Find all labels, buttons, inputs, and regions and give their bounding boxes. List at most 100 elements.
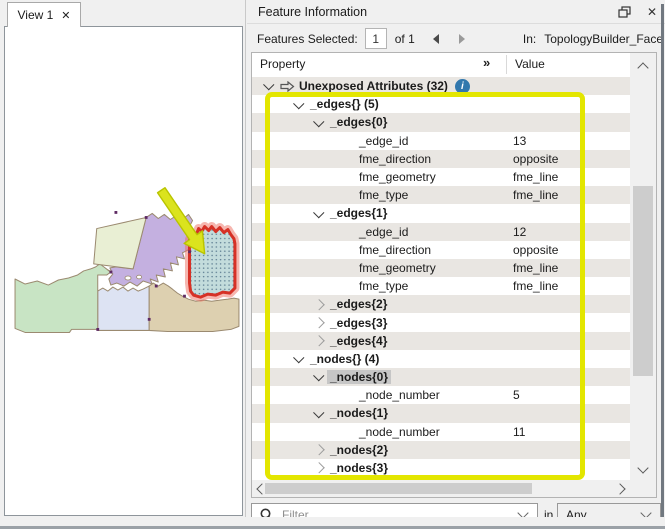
property-label: fme_type: [359, 188, 408, 202]
tab-view-1[interactable]: View 1 ✕: [7, 2, 81, 27]
expand-icon[interactable]: [314, 445, 325, 456]
expand-icon[interactable]: [314, 299, 325, 310]
tree-row[interactable]: _nodes{0}: [252, 368, 630, 386]
collapse-icon[interactable]: [294, 98, 305, 109]
tree-row[interactable]: _edges{2}: [252, 295, 630, 313]
chevron-slot: [312, 319, 326, 327]
property-value: fme_line: [513, 279, 558, 293]
tree-row[interactable]: _edge_id12: [252, 223, 630, 241]
property-tree: Unexposed Attributes (32)i_edges{} (5) _e…: [252, 77, 630, 477]
region-south-center[interactable]: [98, 286, 149, 330]
chevron-slot: [312, 119, 326, 127]
tree-row[interactable]: _edge_id13: [252, 132, 630, 150]
tree-row[interactable]: _node_number 11: [252, 423, 630, 441]
property-value: opposite: [513, 243, 558, 257]
map-graphic: [11, 177, 245, 381]
previous-feature-icon[interactable]: [433, 34, 439, 44]
property-label: fme_direction: [359, 243, 431, 257]
map-canvas[interactable]: [4, 26, 243, 516]
tree-row[interactable]: fme_direction opposite: [252, 150, 630, 168]
next-feature-icon[interactable]: [459, 34, 465, 44]
tab-close-icon[interactable]: ✕: [61, 9, 70, 22]
tree-row[interactable]: _edges{1}: [252, 204, 630, 222]
vertical-scrollbar-thumb[interactable]: [633, 186, 653, 376]
float-window-icon[interactable]: [618, 6, 631, 18]
property-label: _nodes{} (4): [310, 352, 379, 366]
tree-row[interactable]: fme_type fme_line: [252, 277, 630, 295]
features-selected-bar: Features Selected: 1 of 1 In: TopologyBu…: [247, 25, 665, 52]
property-column-header[interactable]: Property: [260, 57, 305, 71]
horizontal-scrollbar[interactable]: [252, 480, 630, 497]
value-column-header[interactable]: Value: [515, 57, 545, 71]
feature-count-label: of 1: [395, 32, 415, 46]
close-panel-icon[interactable]: ✕: [647, 5, 657, 19]
scroll-right-icon[interactable]: [614, 483, 625, 494]
property-label: fme_direction: [359, 152, 431, 166]
tree-row[interactable]: _nodes{3}: [252, 459, 630, 477]
info-icon[interactable]: i: [455, 79, 470, 94]
property-value: fme_line: [513, 170, 558, 184]
property-label: _node_number: [359, 388, 440, 402]
chevron-slot: [312, 337, 326, 345]
tree-row[interactable]: fme_geometry fme_line: [252, 168, 630, 186]
collapse-icon[interactable]: [314, 407, 325, 418]
property-label: _node_number: [359, 425, 440, 439]
pane-separator[interactable]: [245, 0, 246, 517]
chevron-slot: [312, 373, 326, 381]
tree-row[interactable]: fme_direction opposite: [252, 241, 630, 259]
property-label: _edge_id: [359, 225, 408, 239]
collapse-icon[interactable]: [294, 352, 305, 363]
application-window: View 1 ✕: [0, 0, 665, 529]
tree-row[interactable]: _edges{3}: [252, 313, 630, 331]
chevron-slot: [312, 446, 326, 454]
vertical-scrollbar[interactable]: [630, 53, 656, 480]
tree-row[interactable]: _node_number 5: [252, 386, 630, 404]
tab-label: View 1: [17, 8, 53, 22]
expand-icon[interactable]: [314, 463, 325, 474]
property-label: _edges{2}: [330, 297, 387, 311]
collapse-icon[interactable]: [314, 207, 325, 218]
collapse-icon[interactable]: [314, 116, 325, 127]
horizontal-scrollbar-thumb[interactable]: [265, 483, 532, 494]
island: [125, 276, 131, 280]
chevron-slot: [312, 410, 326, 418]
chevron-slot: [292, 101, 306, 109]
region-west[interactable]: [15, 264, 111, 333]
tree-row[interactable]: fme_typefme_line: [252, 186, 630, 204]
column-divider[interactable]: [506, 55, 507, 74]
property-value: opposite: [513, 152, 558, 166]
property-value: 5: [513, 388, 520, 402]
property-label: _nodes{3}: [330, 461, 388, 475]
tree-row[interactable]: _nodes{} (4): [252, 350, 630, 368]
window-edge[interactable]: [661, 4, 664, 517]
in-label: In:: [523, 32, 536, 46]
property-label: _edges{0}: [330, 115, 387, 129]
tree-row[interactable]: _edges{0}: [252, 113, 630, 131]
panel-title: Feature Information: [258, 5, 367, 19]
status-strip: [0, 517, 665, 529]
island: [137, 275, 142, 279]
chevron-slot: [262, 82, 276, 90]
property-label: _nodes{1}: [330, 406, 388, 420]
expand-icon[interactable]: [314, 335, 325, 346]
property-label: fme_type: [359, 279, 408, 293]
feature-index-box[interactable]: 1: [365, 28, 387, 49]
property-value: 11: [513, 425, 525, 439]
tree-row[interactable]: fme_geometryfme_line: [252, 259, 630, 277]
expand-icon[interactable]: [314, 317, 325, 328]
property-label: fme_geometry: [359, 170, 436, 184]
chevron-slot: [292, 355, 306, 363]
collapse-icon[interactable]: [314, 370, 325, 381]
scroll-down-icon[interactable]: [637, 462, 648, 473]
tree-row[interactable]: _nodes{2}: [252, 441, 630, 459]
tree-row[interactable]: Unexposed Attributes (32)i: [252, 77, 630, 95]
tree-row[interactable]: _nodes{1}: [252, 404, 630, 422]
tree-row[interactable]: _edges{4}: [252, 332, 630, 350]
property-table: Property » Value Unexposed Attributes (3…: [251, 52, 657, 498]
expand-columns-icon[interactable]: »: [483, 55, 490, 70]
scroll-up-icon[interactable]: [637, 62, 648, 73]
tree-row[interactable]: _edges{} (5): [252, 95, 630, 113]
feature-information-titlebar: Feature Information ✕: [247, 0, 665, 24]
property-value: fme_line: [513, 261, 558, 275]
collapse-icon[interactable]: [264, 79, 275, 90]
